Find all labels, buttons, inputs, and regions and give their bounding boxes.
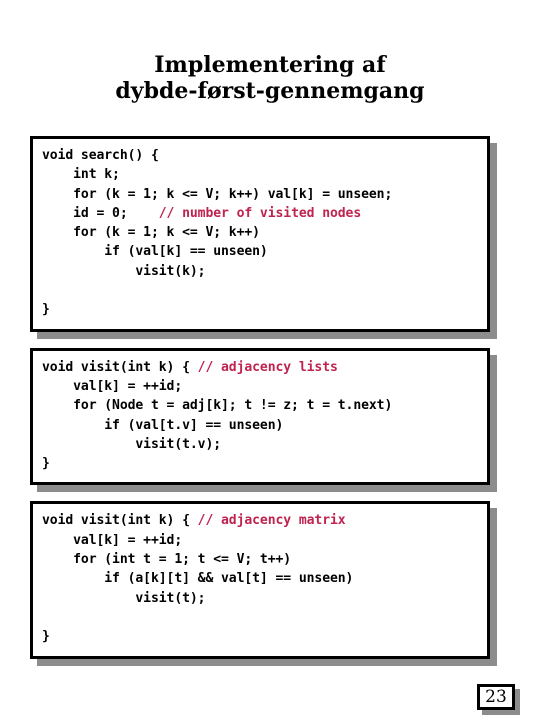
- code-line: for (k = 1; k <= V; k++) val[k] = unseen…: [42, 185, 487, 204]
- code-comment: // number of visited nodes: [158, 205, 362, 221]
- code-text: }: [42, 456, 50, 472]
- code-line: val[k] = ++id;: [42, 531, 487, 550]
- code-text: if (val[t.v] == unseen): [42, 417, 284, 433]
- code-line: void visit(int k) { // adjacency matrix: [42, 511, 487, 530]
- code-line: if (val[k] == unseen): [42, 242, 487, 261]
- page-number-badge: 23: [477, 684, 515, 710]
- code-line: for (k = 1; k <= V; k++): [42, 223, 487, 242]
- code-line: visit(t);: [42, 589, 487, 608]
- code-line: visit(k);: [42, 262, 487, 281]
- code-text: }: [42, 629, 50, 645]
- code-text: for (k = 1; k <= V; k++): [42, 225, 260, 241]
- code-text: val[k] = ++id;: [42, 532, 183, 548]
- code-text: id = 0;: [42, 205, 159, 221]
- page-title-line-2: dybde-først-gennemgang: [115, 78, 425, 104]
- code-text: for (int t = 1; t <= V; t++): [42, 552, 292, 568]
- code-text: void visit(int k) {: [42, 359, 198, 375]
- code-line: }: [42, 300, 487, 319]
- code-block-visit-adjacency-matrix: void visit(int k) { // adjacency matrix …: [30, 501, 490, 659]
- code-block-search-function: void search() { int k; for (k = 1; k <= …: [30, 136, 490, 332]
- code-text: }: [42, 302, 50, 318]
- code-text: if (a[k][t] && val[t] == unseen): [42, 571, 354, 587]
- code-comment: // adjacency lists: [197, 359, 338, 375]
- code-line: visit(t.v);: [42, 435, 487, 454]
- code-text: visit(t.v);: [42, 436, 222, 452]
- code-line: for (int t = 1; t <= V; t++): [42, 550, 487, 569]
- code-line: for (Node t = adj[k]; t != z; t = t.next…: [42, 396, 487, 415]
- code-comment: // adjacency matrix: [197, 513, 346, 529]
- code-line: val[k] = ++id;: [42, 377, 487, 396]
- code-line: void search() {: [42, 146, 487, 165]
- page-title-line-1: Implementering af: [154, 52, 386, 78]
- code-text: int k;: [42, 167, 120, 183]
- page-number-label: 23: [485, 686, 507, 707]
- code-line: int k;: [42, 165, 487, 184]
- code-text: visit(k);: [42, 263, 206, 279]
- code-text: void search() {: [42, 148, 159, 163]
- code-line: if (val[t.v] == unseen): [42, 416, 487, 435]
- code-block-stack: void search() { int k; for (k = 1; k <= …: [30, 136, 510, 675]
- code-block-visit-adjacency-lists: void visit(int k) { // adjacency lists v…: [30, 347, 490, 486]
- code-line: }: [42, 454, 487, 473]
- page-title: Implementering af dybde-først-gennemgang: [0, 52, 540, 104]
- code-text: visit(t);: [42, 590, 206, 606]
- code-line: if (a[k][t] && val[t] == unseen): [42, 569, 487, 588]
- code-text: for (k = 1; k <= V; k++) val[k] = unseen…: [42, 186, 393, 202]
- code-line: void visit(int k) { // adjacency lists: [42, 358, 487, 377]
- code-line: }: [42, 627, 487, 646]
- code-text: for (Node t = adj[k]; t != z; t = t.next…: [42, 398, 393, 414]
- code-text: val[k] = ++id;: [42, 378, 183, 394]
- code-text: if (val[k] == unseen): [42, 244, 268, 260]
- code-line: id = 0; // number of visited nodes: [42, 204, 487, 223]
- code-text: void visit(int k) {: [42, 513, 198, 529]
